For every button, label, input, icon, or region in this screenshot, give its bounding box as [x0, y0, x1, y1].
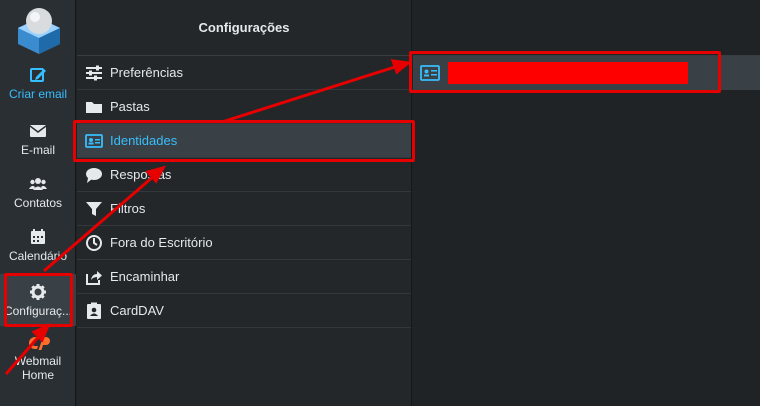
settings-item-label: Fora do Escritório [110, 235, 213, 250]
calendar-label: Calendário [8, 249, 68, 263]
gear-icon [30, 284, 46, 300]
settings-item-carddav[interactable]: CardDAV [77, 294, 411, 328]
settings-item-label: Preferências [110, 65, 183, 80]
clock-icon [86, 234, 102, 251]
redacted-identity-email [448, 62, 688, 84]
settings-title: Configurações [77, 0, 411, 56]
compose-button[interactable]: Criar email [0, 66, 76, 101]
app-frame: Criar email E-mail Contatos Calendário C… [0, 0, 760, 406]
contacts-button[interactable]: Contatos [0, 175, 76, 210]
home-label: Home [21, 368, 54, 382]
identities-content-panel [413, 0, 760, 406]
id-card-icon [85, 133, 103, 148]
mail-button[interactable]: E-mail [0, 122, 76, 157]
webmail-home-button[interactable]: Webmail Home [0, 334, 76, 382]
identity-list-item[interactable] [413, 56, 760, 90]
webmail-label: Webmail [14, 354, 62, 368]
settings-item-label: Respostas [110, 167, 172, 182]
folder-icon [86, 101, 102, 113]
contact-book-icon [87, 302, 101, 319]
settings-item-forward[interactable]: Encaminhar [77, 260, 411, 294]
mail-label: E-mail [20, 143, 55, 157]
settings-item-filters[interactable]: Filtros [77, 192, 411, 226]
contacts-label: Contatos [13, 196, 63, 210]
envelope-icon [29, 125, 47, 137]
roundcube-logo[interactable] [14, 4, 64, 54]
left-navigation-rail: Criar email E-mail Contatos Calendário C… [0, 0, 76, 406]
share-icon [86, 270, 102, 285]
settings-item-identities[interactable]: Identidades [77, 124, 411, 158]
settings-item-responses[interactable]: Respostas [77, 158, 411, 192]
comment-icon [86, 167, 102, 183]
calendar-button[interactable]: Calendário [0, 228, 76, 263]
settings-label: Configuraç... [3, 304, 73, 318]
cpanel-icon [29, 337, 50, 350]
settings-item-preferences[interactable]: Preferências [77, 56, 411, 90]
filter-icon [86, 201, 102, 216]
settings-item-label: Encaminhar [110, 269, 180, 284]
users-icon [29, 178, 47, 190]
settings-item-folders[interactable]: Pastas [77, 90, 411, 124]
settings-item-out-of-office[interactable]: Fora do Escritório [77, 226, 411, 260]
calendar-icon [31, 229, 45, 244]
compose-label: Criar email [8, 87, 67, 101]
settings-button[interactable]: Configuraç... [0, 274, 76, 326]
settings-item-label: Pastas [110, 99, 150, 114]
settings-list-panel: Configurações Preferências Pastas Identi [77, 0, 412, 406]
sliders-icon [86, 65, 102, 80]
content-header [413, 0, 760, 56]
settings-item-label: Identidades [110, 133, 178, 148]
settings-item-label: CardDAV [110, 303, 164, 318]
edit-icon [30, 68, 46, 82]
settings-item-label: Filtros [110, 201, 146, 216]
id-card-icon [420, 65, 440, 81]
